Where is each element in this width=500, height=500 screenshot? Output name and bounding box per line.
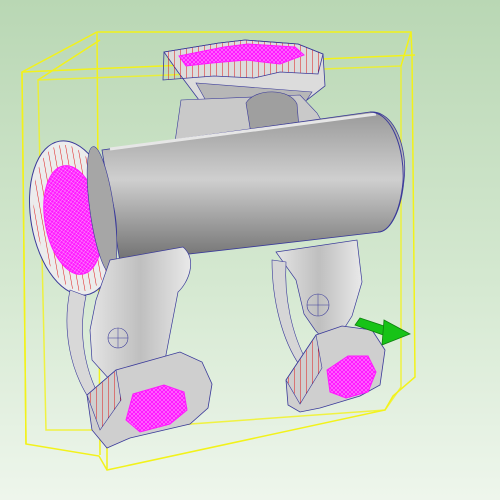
cad-scene[interactable] [0, 0, 500, 500]
3d-viewport[interactable] [0, 0, 500, 500]
main-body[interactable] [101, 111, 406, 263]
right-foot[interactable] [285, 325, 386, 413]
